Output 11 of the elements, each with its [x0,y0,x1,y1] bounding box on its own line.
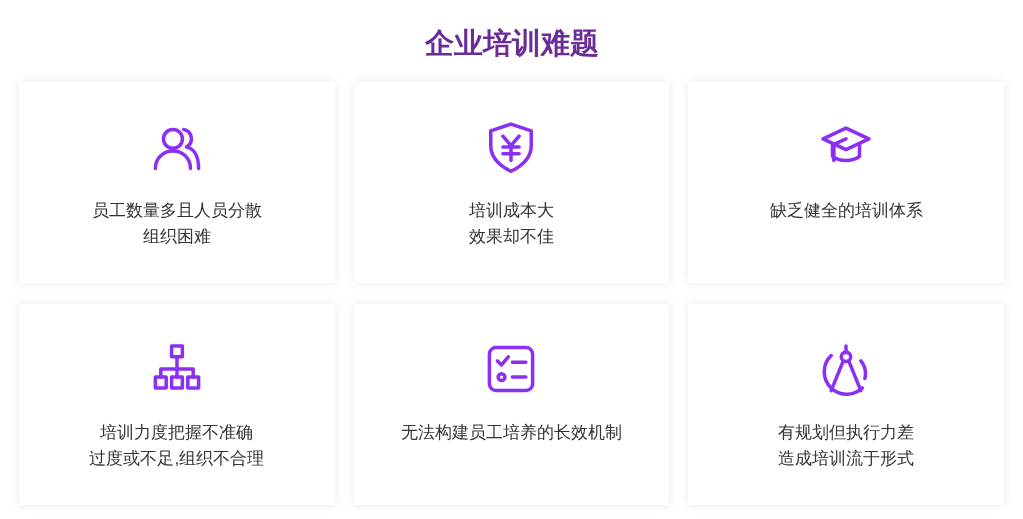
card-text: 缺乏健全的培训体系 [769,200,923,222]
card-text: 有规划但执行力差 [778,422,915,444]
card-text: 培训成本大 [469,200,554,222]
page-title: 企业培训难题 [424,25,599,62]
card-text: 组织困难 [142,226,211,248]
card-text: 培训力度把握不准确 [100,422,254,444]
card-text: 造成培训流于形式 [778,448,915,470]
card-text: 无法构建员工培养的长效机制 [401,422,622,444]
card-text: 过度或不足,组织不合理 [89,448,265,470]
card-text: 效果却不佳 [469,226,554,248]
card-text: 员工数量多且人员分散 [91,200,262,222]
